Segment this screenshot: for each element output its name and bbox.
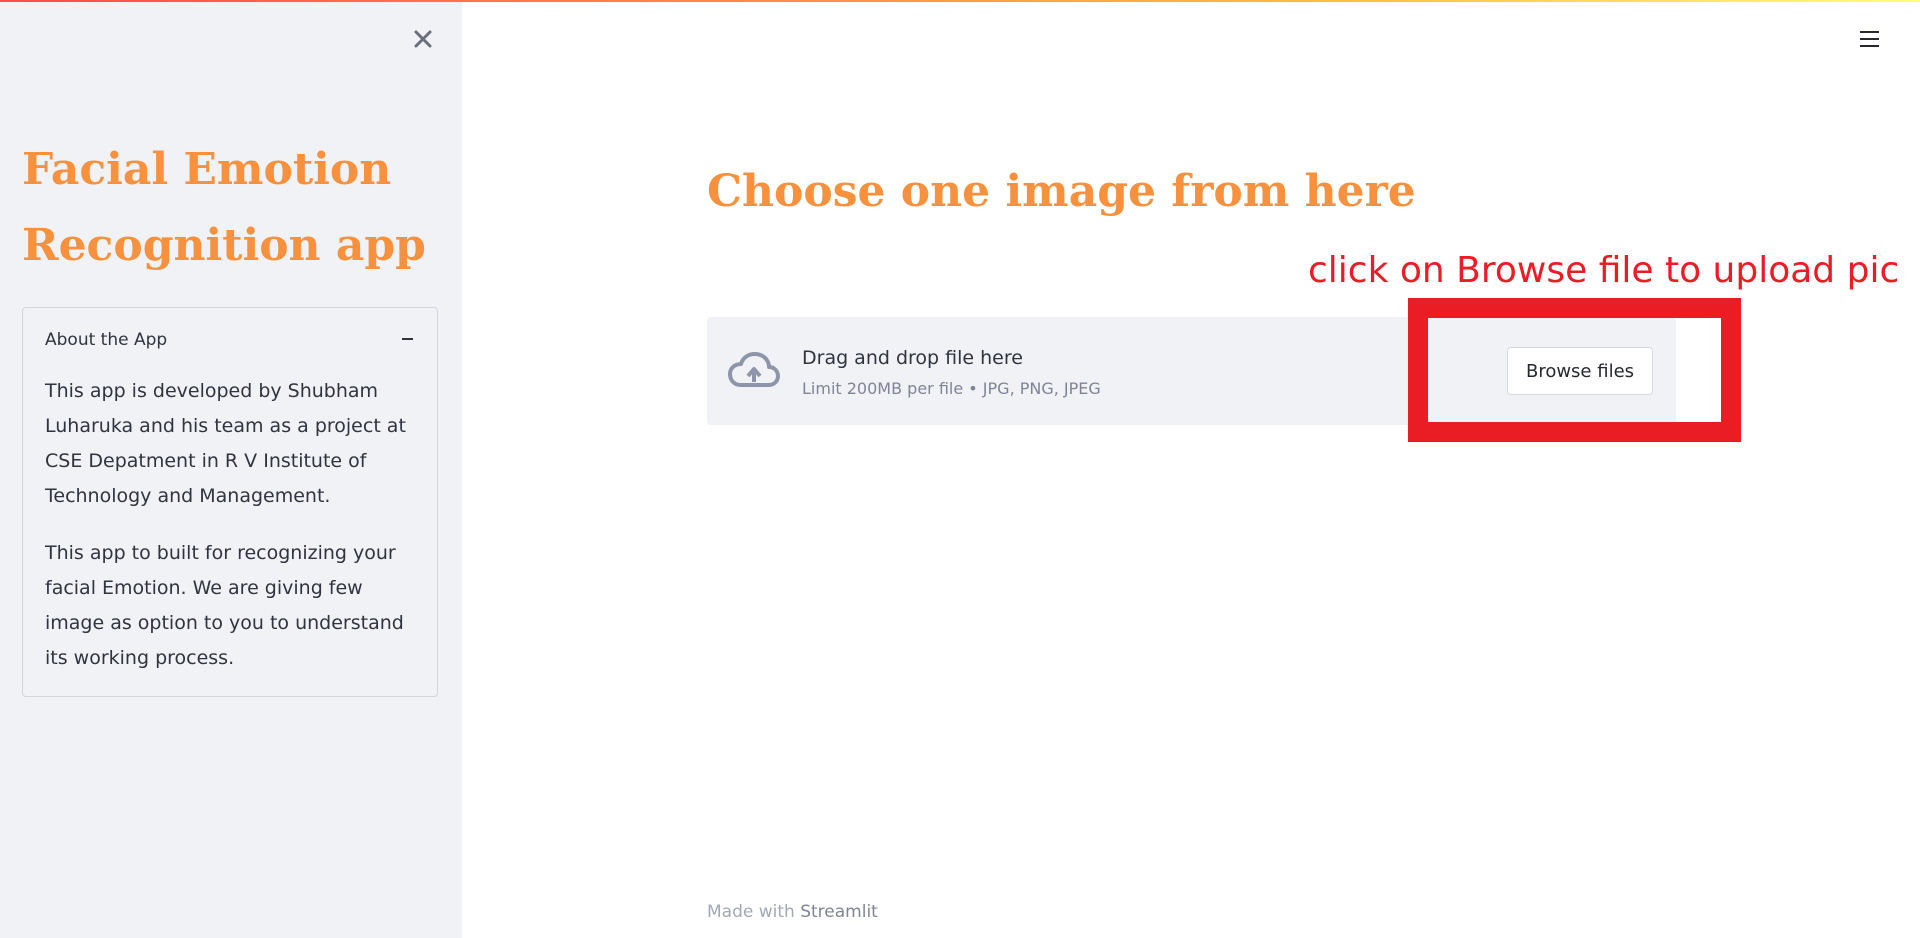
file-limit-label: Limit 200MB per file • JPG, PNG, JPEG [802, 379, 1101, 398]
streamlit-link[interactable]: Streamlit [800, 902, 878, 922]
sidebar-title: Facial Emotion Recognition app [22, 144, 426, 271]
footer: Made with Streamlit [707, 902, 878, 922]
dropzone-instructions: Drag and drop file here Limit 200MB per … [802, 345, 1101, 401]
close-icon [414, 30, 432, 48]
footer-prefix: Made with [707, 902, 795, 922]
page-title: Choose one image from here [707, 166, 1416, 217]
file-uploader-dropzone[interactable]: Drag and drop file here Limit 200MB per … [707, 317, 1676, 425]
sidebar-close-button[interactable] [404, 20, 442, 58]
about-expander-label: About the App [45, 330, 168, 350]
hamburger-menu-icon [1860, 45, 1879, 47]
top-decoration-stripe [0, 0, 1920, 2]
collapse-minus-icon [402, 338, 413, 340]
about-paragraph: This app to built for recognizing your f… [45, 542, 404, 669]
sidebar: Facial Emotion Recognition app About the… [0, 0, 462, 938]
drop-label: Drag and drop file here [802, 347, 1023, 369]
cloud-upload-icon [728, 352, 780, 387]
main-menu-button[interactable] [1852, 24, 1888, 54]
hamburger-menu-icon [1860, 38, 1879, 40]
hamburger-menu-icon [1860, 31, 1879, 33]
about-paragraph: This app is developed by Shubham Luharuk… [45, 380, 406, 507]
about-expander-header[interactable]: About the App [23, 308, 437, 374]
annotation-text: click on Browse file to upload pic [1308, 250, 1900, 291]
about-expander: About the App This app is developed by S… [22, 307, 438, 697]
about-expander-body: This app is developed by Shubham Luharuk… [45, 374, 415, 698]
browse-files-button[interactable]: Browse files [1507, 347, 1653, 395]
